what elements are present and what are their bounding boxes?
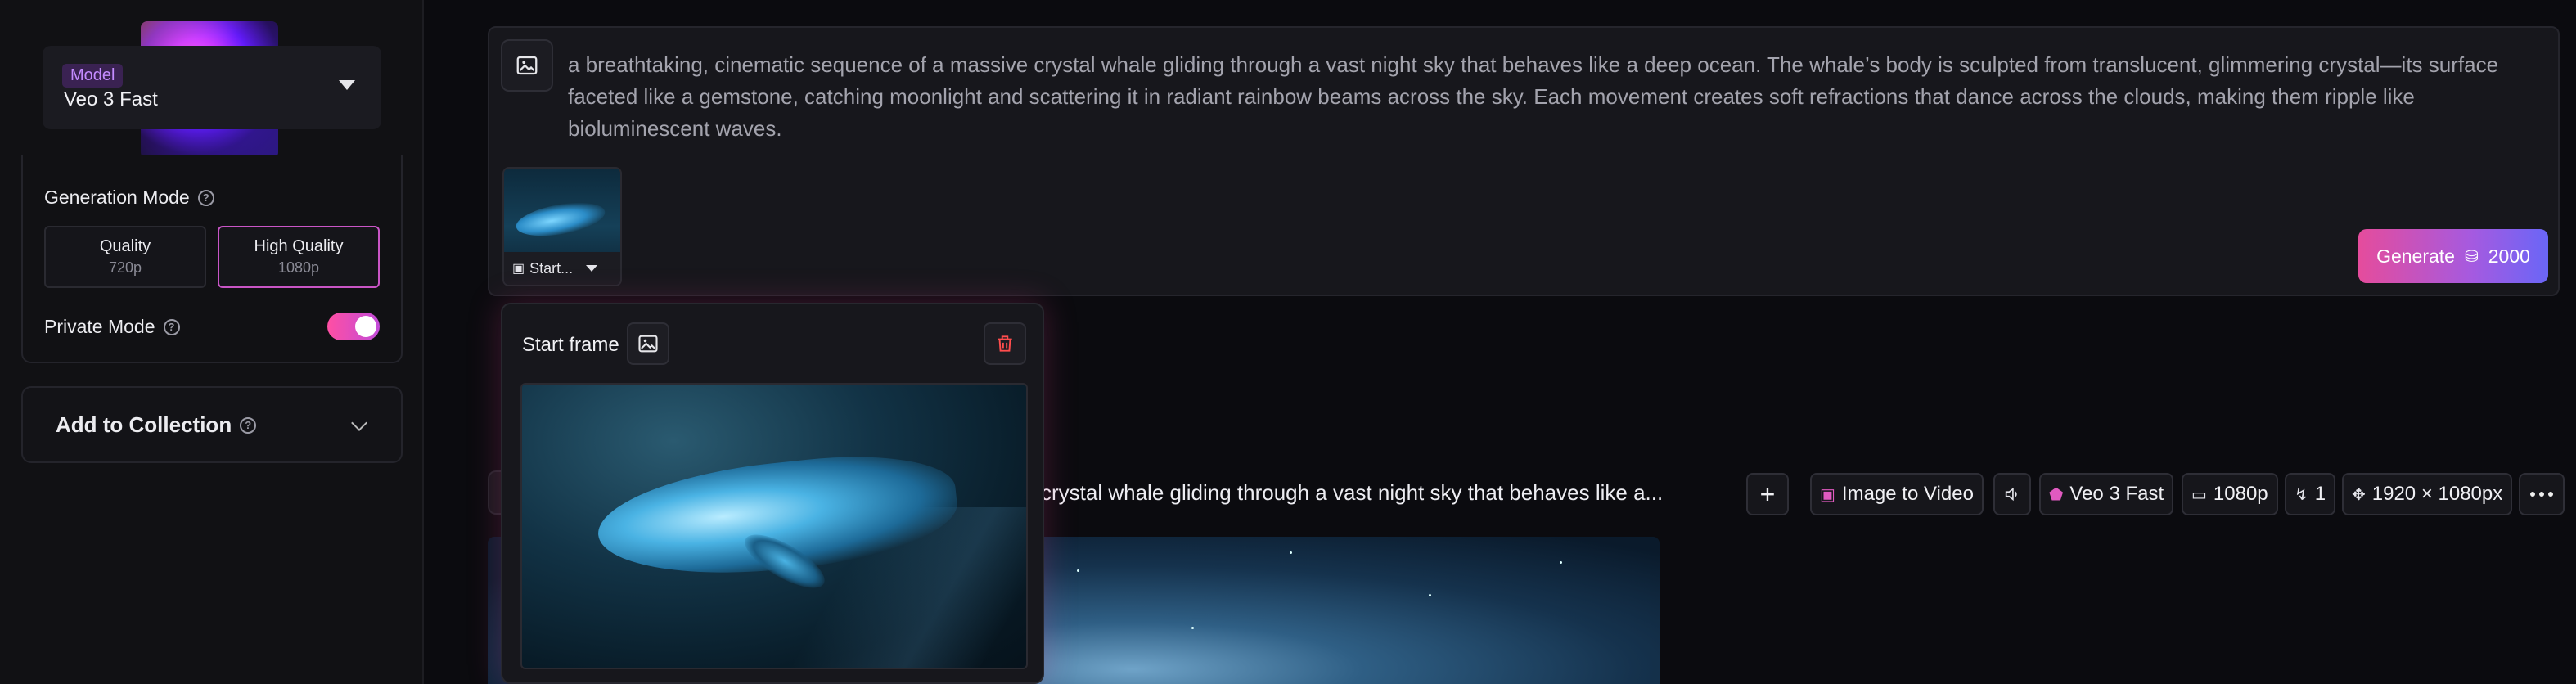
audio-chip[interactable]: [1993, 473, 2031, 515]
mode-title: Quality: [99, 237, 151, 255]
add-to-collection-dropdown[interactable]: Add to Collection ?: [21, 386, 403, 463]
mode-subtitle: 720p: [108, 259, 142, 276]
mode-chip[interactable]: ▣ Image to Video: [1810, 473, 1984, 515]
collection-label: Add to Collection: [56, 412, 232, 437]
resolution-chip-label: 1080p: [2213, 483, 2268, 505]
move-icon: ✥: [2352, 485, 2366, 504]
dimensions-chip-label: 1920 × 1080px: [2371, 483, 2503, 505]
private-mode-toggle[interactable]: [327, 313, 380, 340]
image-icon: [638, 335, 658, 353]
whale-thumbnail-image: [513, 196, 608, 242]
add-button[interactable]: +: [1746, 473, 1789, 515]
star-decoration: [1191, 627, 1194, 629]
more-icon: [2539, 492, 2544, 497]
model-chip-label: Veo 3 Fast: [2069, 483, 2164, 505]
more-options-button[interactable]: [2519, 473, 2565, 515]
generation-settings-panel: Generation Mode ? Quality 720p High Qual…: [21, 155, 403, 363]
count-chip-label: 1: [2314, 483, 2326, 505]
high-quality-mode-button[interactable]: High Quality 1080p: [218, 226, 380, 288]
dimensions-chip[interactable]: ✥ 1920 × 1080px: [2342, 473, 2513, 515]
video-camera-icon: ▭: [2191, 485, 2207, 504]
frame-selector[interactable]: ▣ Start...: [504, 252, 620, 285]
mode-title: High Quality: [254, 237, 344, 255]
chevron-down-icon: [351, 415, 367, 431]
prompt-card: a breathtaking, cinematic sequence of a …: [488, 26, 2560, 296]
veo-logo-icon: ⬟: [2049, 485, 2064, 504]
generate-button[interactable]: Generate ⛁ 2000: [2358, 229, 2548, 283]
mode-chip-label: Image to Video: [1841, 483, 1974, 505]
credits-icon: ⛁: [2464, 247, 2479, 266]
model-name: Veo 3 Fast: [64, 88, 158, 110]
generation-mode-label: Generation Mode: [44, 187, 190, 208]
image-icon: [516, 56, 538, 75]
delete-frame-button[interactable]: [984, 322, 1026, 365]
help-icon[interactable]: ?: [163, 318, 180, 335]
sidebar: Model Veo 3 Fast Generation Mode ? Quali…: [0, 0, 424, 684]
replace-image-button[interactable]: [627, 322, 669, 365]
star-decoration: [1290, 551, 1292, 554]
count-icon: ↯: [2295, 485, 2308, 504]
mode-subtitle: 1080p: [277, 259, 320, 276]
image-to-video-icon: ▣: [1820, 485, 1835, 504]
start-frame-popover: Start frame: [501, 303, 1044, 684]
prompt-input[interactable]: a breathtaking, cinematic sequence of a …: [568, 49, 2532, 145]
plus-icon: +: [1759, 479, 1776, 509]
more-icon: [2548, 492, 2553, 497]
collection-label-row: Add to Collection ?: [56, 412, 257, 438]
generate-cost: 2000: [2488, 245, 2530, 267]
chevron-down-icon: [339, 80, 355, 90]
resolution-chip[interactable]: ▭ 1080p: [2182, 473, 2278, 515]
private-mode-label-row: Private Mode ?: [44, 316, 180, 338]
more-icon: [2530, 492, 2535, 497]
trash-icon: [998, 335, 1012, 352]
popover-title: Start frame: [522, 334, 619, 356]
frame-icon: ▣: [512, 262, 525, 276]
speaker-icon: [2005, 487, 2017, 502]
generate-label: Generate: [2376, 245, 2455, 267]
star-decoration: [1560, 561, 1562, 564]
help-icon[interactable]: ?: [240, 416, 257, 434]
frame-label: Start...: [529, 259, 574, 277]
help-icon[interactable]: ?: [197, 189, 214, 206]
chevron-down-icon: [586, 265, 598, 272]
quality-mode-button[interactable]: Quality 720p: [44, 226, 206, 288]
private-mode-label: Private Mode: [44, 316, 155, 337]
count-chip[interactable]: ↯ 1: [2285, 473, 2336, 515]
generation-prompt-text: crystal whale gliding through a vast nig…: [1041, 480, 1664, 505]
generation-mode-label-row: Generation Mode ?: [44, 187, 214, 209]
model-tag: Model: [62, 64, 124, 88]
add-image-button[interactable]: [501, 39, 553, 92]
model-selector[interactable]: Model Veo 3 Fast: [43, 46, 381, 129]
start-frame-thumbnail[interactable]: ▣ Start...: [502, 167, 622, 286]
star-decoration: [1077, 569, 1079, 572]
model-chip[interactable]: ⬟ Veo 3 Fast: [2039, 473, 2174, 515]
star-decoration: [1429, 594, 1431, 596]
start-frame-image: [520, 383, 1028, 669]
